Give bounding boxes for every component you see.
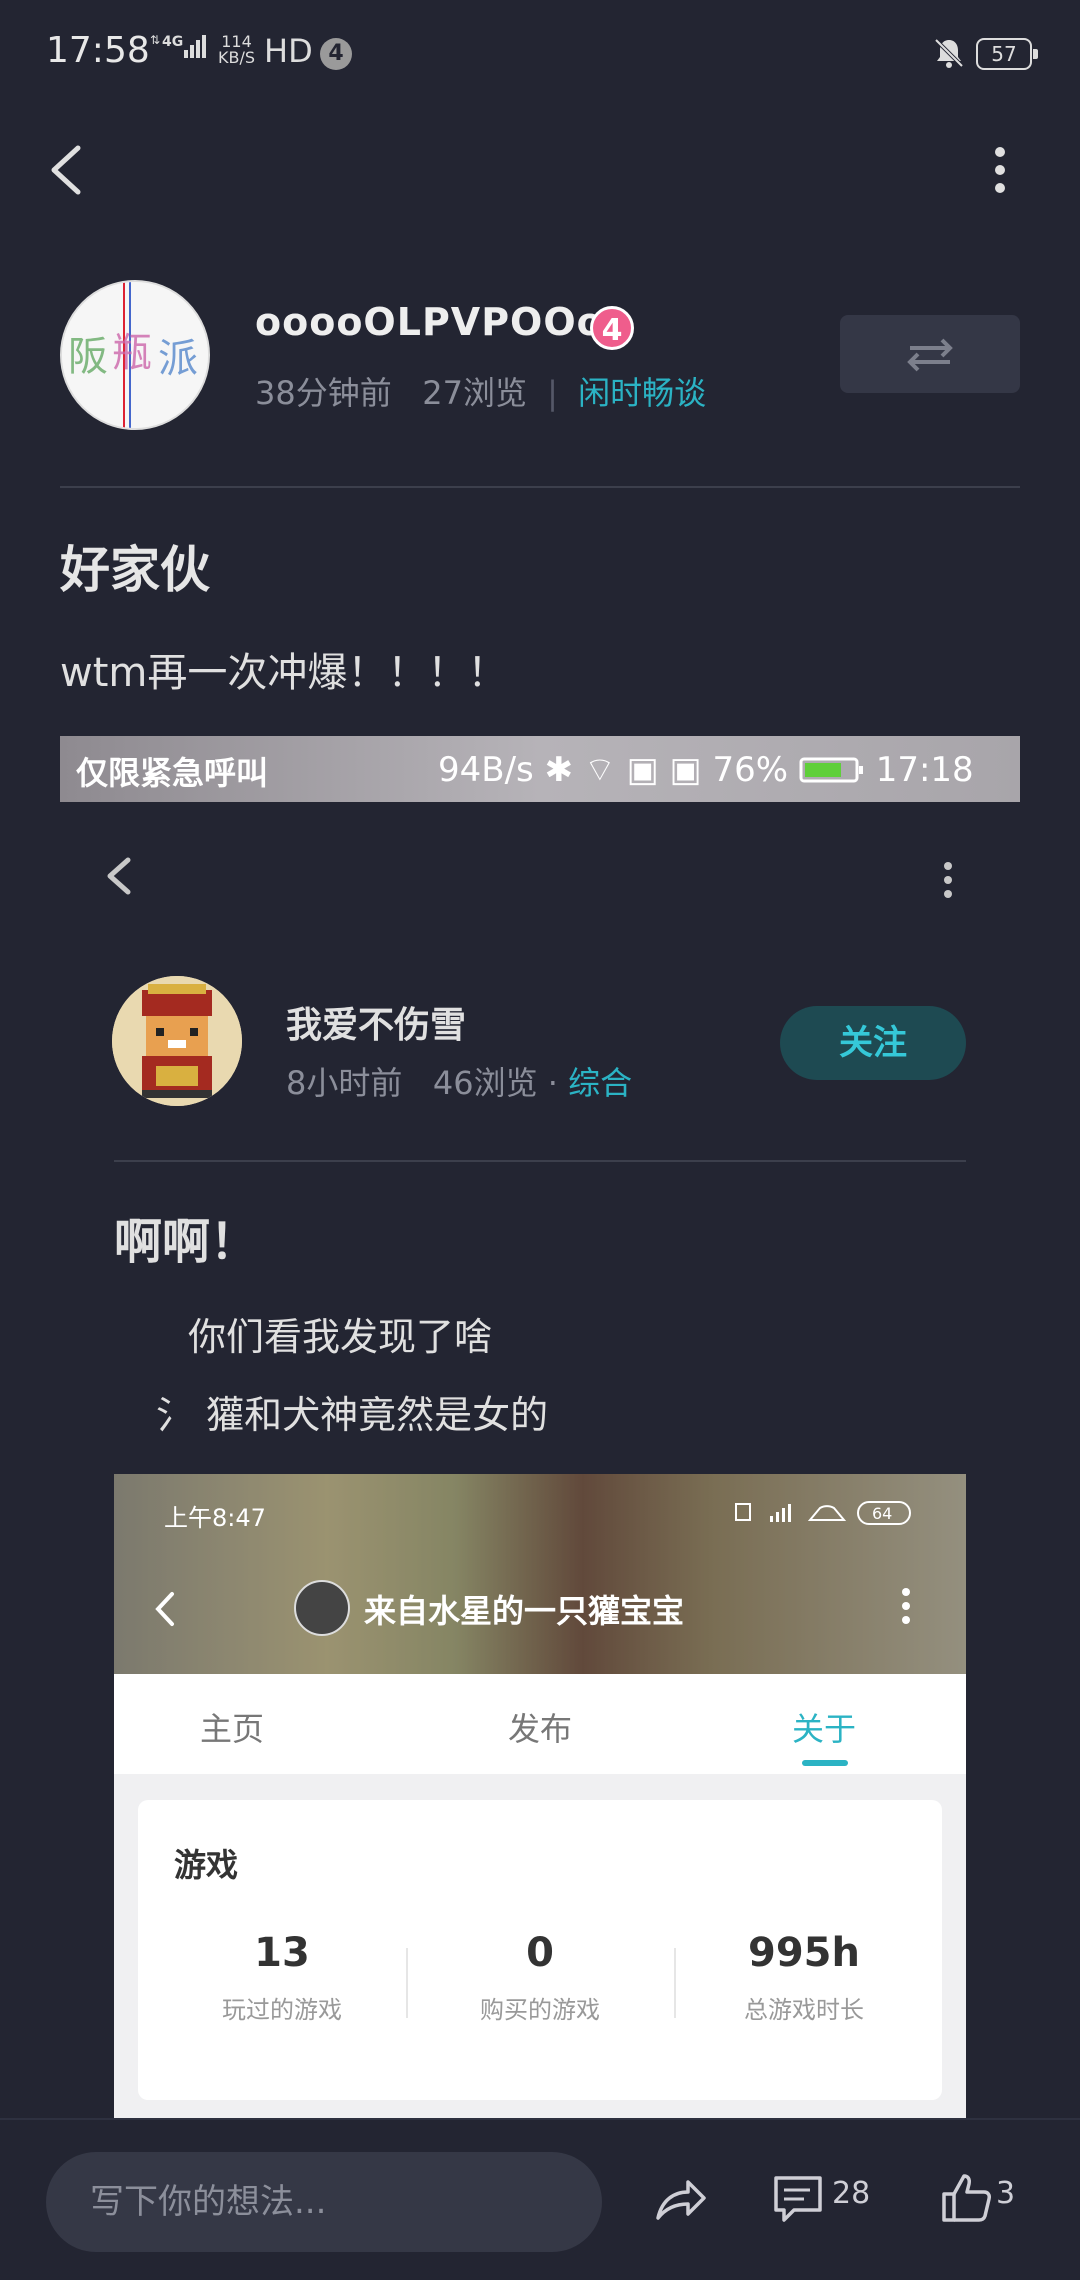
tab-about: 关于	[792, 1710, 857, 1748]
image-status-time: 17:18	[875, 750, 974, 790]
status-time: 17:58	[46, 30, 150, 71]
author-name[interactable]: ooooOLPVPOOoo	[255, 300, 631, 344]
stat-play-time: 995h 总游戏时长	[704, 1930, 904, 2025]
image-status-bar: 仅限紧急呼叫 94B/s ✱ ⌔ ▣ ▣ 76% 17:18	[60, 736, 1020, 802]
thumbs-up-icon	[942, 2174, 991, 2222]
network-speed: 114 KB/S	[218, 34, 255, 66]
comment-input[interactable]: 写下你的想法...	[46, 2152, 602, 2252]
tab-posts: 发布	[508, 1710, 573, 1748]
notification-count-badge: 4	[320, 38, 352, 70]
bottom-action-bar: 写下你的想法... 28 3	[0, 2118, 1080, 2280]
stat-games-played: 13 玩过的游戏	[182, 1930, 382, 2025]
mute-bell-icon	[932, 36, 966, 74]
nested-avatar	[294, 1580, 350, 1636]
post-title: 好家伙	[60, 541, 210, 599]
image-status-right: 94B/s ✱ ⌔ ▣ ▣ 76% 17:18	[438, 748, 974, 791]
image-post-title: 啊啊！	[114, 1214, 259, 1270]
comment-button[interactable]	[770, 2170, 826, 2230]
image-status-left: 仅限紧急呼叫	[76, 754, 269, 792]
image-author-avatar	[112, 976, 242, 1106]
category-link[interactable]: 闲时畅谈	[578, 374, 706, 412]
chevron-left-icon	[150, 1584, 180, 1638]
signal-icon: ⇅ 4G	[150, 32, 210, 66]
post-meta: 38分钟前 27浏览 | 闲时畅谈	[255, 368, 706, 414]
like-count: 3	[996, 2176, 1016, 2211]
more-options-button[interactable]	[970, 130, 1030, 210]
more-vertical-icon	[995, 147, 1005, 193]
image-status-info: 94B/s ✱ ⌔ ▣ ▣ 76%	[438, 750, 789, 790]
stat-label: 玩过的游戏	[222, 1996, 342, 2024]
comment-count: 28	[832, 2176, 871, 2211]
battery-indicator: 57	[976, 38, 1038, 70]
meta-separator: |	[547, 374, 558, 412]
more-vertical-icon	[898, 1586, 914, 1630]
swap-arrows-icon	[907, 338, 953, 372]
share-button[interactable]	[650, 2170, 710, 2234]
line-text: 獾和犬神竟然是女的	[206, 1393, 549, 1437]
divider	[60, 486, 1020, 488]
stat-games-bought: 0 购买的游戏	[440, 1930, 640, 2025]
stat-value: 995h	[748, 1930, 860, 1976]
image-post-line-2: 氵 獾和犬神竟然是女的	[156, 1384, 548, 1439]
comment-icon	[774, 2176, 822, 2222]
stat-label: 总游戏时长	[744, 1996, 864, 2024]
image-author-name: 我爱不伤雪	[286, 1005, 467, 1046]
image-post-meta: 8小时前 46浏览 · 综合	[286, 1058, 632, 1104]
image-follow-button: 关注	[780, 1006, 966, 1080]
stat-value: 13	[254, 1930, 310, 1976]
chevron-left-icon	[51, 145, 81, 195]
post-image[interactable]: 仅限紧急呼叫 94B/s ✱ ⌔ ▣ ▣ 76% 17:18 我爱不伤雪 8小时…	[60, 736, 1020, 2136]
stat-divider	[674, 1948, 676, 2018]
nested-battery-label: 64	[872, 1504, 892, 1523]
tab-home: 主页	[200, 1710, 265, 1748]
stat-value: 0	[526, 1930, 554, 1976]
meta-dot: ·	[547, 1064, 569, 1102]
svg-text:派: 派	[158, 336, 198, 382]
line-prefix: 氵	[156, 1393, 195, 1437]
like-button[interactable]	[938, 2170, 994, 2230]
nested-profile-title: 来自水星的一只獾宝宝	[364, 1592, 685, 1630]
post-time: 38分钟前	[255, 374, 392, 412]
svg-text:阪: 阪	[68, 334, 108, 380]
image-battery-icon	[799, 750, 876, 790]
svg-text:⇅: ⇅	[150, 33, 160, 47]
hd-indicator: HD	[264, 32, 313, 70]
nested-status-icons: 64	[734, 1498, 924, 1534]
follow-button[interactable]	[840, 315, 1020, 393]
nested-screenshot: 上午8:47 64 来自水星的一只獾宝宝 主页 发布 关于 游戏 13 玩过的游…	[114, 1474, 966, 2136]
tab-indicator	[802, 1760, 848, 1766]
svg-text:瓶: 瓶	[112, 330, 152, 376]
profile-tab-bar: 主页 发布 关于	[114, 1674, 966, 1774]
nested-status-time: 上午8:47	[164, 1504, 266, 1532]
stat-label: 购买的游戏	[480, 1996, 600, 2024]
image-divider	[114, 1160, 966, 1162]
status-bar: 17:58 ⇅ 4G 114 KB/S HD 4 57	[0, 0, 1080, 110]
level-badge: 4	[590, 306, 634, 350]
games-card: 游戏 13 玩过的游戏 0 购买的游戏 995h 总游戏时长	[138, 1800, 942, 2100]
view-count: 27浏览	[422, 374, 527, 412]
stat-divider	[406, 1948, 408, 2018]
image-post-time: 8小时前	[286, 1064, 403, 1102]
image-view-count: 46浏览	[432, 1064, 538, 1102]
back-button[interactable]	[40, 130, 100, 210]
games-card-title: 游戏	[174, 1846, 239, 1884]
more-vertical-icon	[938, 860, 958, 904]
share-icon	[656, 2180, 706, 2220]
chevron-left-icon	[100, 846, 140, 910]
speed-unit: KB/S	[218, 48, 256, 67]
image-category: 综合	[568, 1064, 633, 1102]
image-post-line-1: 你们看我发现了啥	[188, 1315, 493, 1359]
post-body: wtm再一次冲爆！！！！	[60, 650, 508, 696]
author-avatar[interactable]: 阪 瓶 派	[60, 280, 210, 430]
network-label: 4G	[162, 34, 183, 50]
